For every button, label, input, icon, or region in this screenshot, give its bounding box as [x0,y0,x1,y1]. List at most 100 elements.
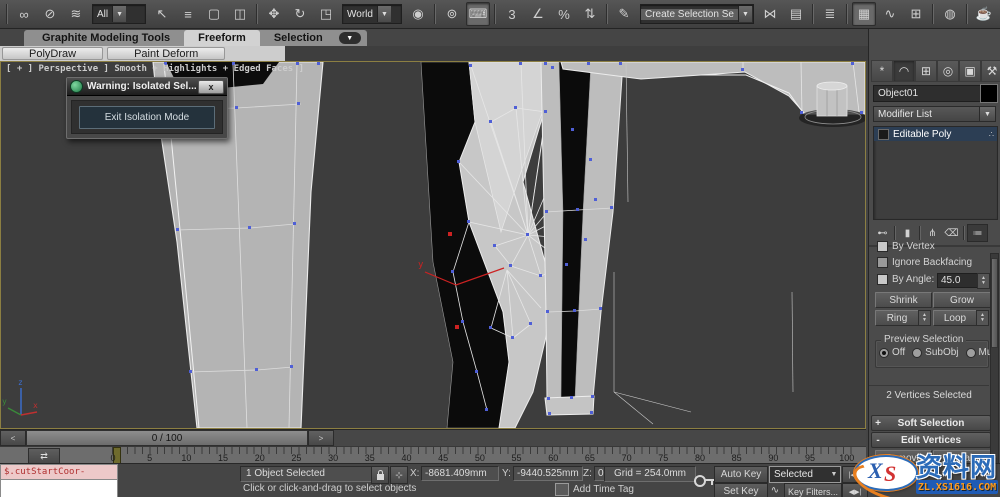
radio-subobj[interactable]: SubObj [912,347,959,358]
auto-key-button[interactable]: Auto Key [714,466,768,483]
stack-item-editable-poly[interactable]: Editable Poly ∴ [874,127,997,141]
bind-to-space-warp-icon[interactable]: ≋ [64,2,88,26]
angle-spinner[interactable]: ▲ ▼ [977,273,990,289]
material-editor-icon[interactable]: ◍ [938,2,962,26]
graphite-ribbon-toggle-icon[interactable]: ▦ [852,2,876,26]
next-frame-button[interactable]: > [308,430,334,446]
unlink-selection-icon[interactable]: ⊘ [38,2,62,26]
select-and-link-icon[interactable]: ∞ [12,2,36,26]
modifier-toggle-icon[interactable] [878,128,889,140]
edit-named-selections-icon[interactable]: ✎ [612,2,636,26]
pin-stack-icon[interactable]: ⊷ [873,225,892,241]
select-and-rotate-icon[interactable]: ↻ [288,2,312,26]
selection-filter-dropdown[interactable]: All ▼ [92,4,146,24]
spinner-down-icon[interactable]: ▼ [981,281,986,286]
checkbox-icon[interactable] [877,241,888,252]
select-and-scale-icon[interactable]: ◳ [314,2,338,26]
modifier-list-dropdown[interactable]: Modifier List ▼ [873,106,996,122]
checkbox-icon[interactable] [877,257,888,268]
ring-spinner[interactable]: ▲ ▼ [918,310,931,326]
exit-isolation-mode-button[interactable]: Exit Isolation Mode [79,105,215,129]
snaps-toggle-icon[interactable]: 3 [500,2,524,26]
track-bar[interactable]: ⇄ 0 5 10 15 20 25 30 35 40 45 50 55 60 65 70 75 80 85 90 95… [0,446,866,465]
object-color-swatch[interactable] [980,84,998,103]
soft-selection-rollout[interactable]: + Soft Selection [871,415,991,431]
grow-button[interactable]: Grow [933,292,991,308]
selection-set-dropdown[interactable]: Selected ▼ [769,466,841,483]
configure-modifier-sets-icon[interactable]: ≔ [967,224,988,242]
percent-snap-icon[interactable]: % [552,2,576,26]
x-coord-field[interactable]: -8681.409mm [421,466,499,481]
radio-off[interactable]: Off [879,347,905,358]
angle-snap-icon[interactable]: ∠ [526,2,550,26]
expand-icon[interactable]: + [872,418,884,429]
motion-tab-icon[interactable]: ◎ [937,60,959,82]
curve-editor-icon[interactable]: ∿ [878,2,902,26]
chevron-down-icon[interactable]: ▼ [376,6,391,22]
chevron-down-icon[interactable]: ▼ [112,6,127,22]
tab-selection[interactable]: Selection [260,30,337,46]
rectangular-selection-icon[interactable]: ▢ [202,2,226,26]
add-time-tag[interactable]: Add Time Tag [553,482,665,496]
ignore-backfacing-checkbox[interactable]: Ignore Backfacing [877,257,972,268]
collapse-icon[interactable]: - [872,435,884,446]
modify-tab-icon[interactable]: ◠ [893,60,915,82]
radio-icon[interactable] [912,347,923,358]
tab-freeform[interactable]: Freeform [184,30,260,46]
by-angle-checkbox[interactable]: By Angle: [877,274,934,285]
spinner-down-icon[interactable]: ▼ [980,318,985,323]
loop-spinner[interactable]: ▲ ▼ [976,310,989,326]
key-filters-button[interactable]: Key Filters... [784,483,842,497]
select-and-move-icon[interactable]: ✥ [262,2,286,26]
edit-vertices-rollout[interactable]: - Edit Vertices [871,432,991,448]
spinner-snap-icon[interactable]: ⇅ [578,2,602,26]
dialog-titlebar[interactable]: Warning: Isolated Sel... x [67,78,227,96]
use-pivot-center-icon[interactable]: ◉ [406,2,430,26]
close-icon[interactable]: x [198,79,224,94]
default-in-out-tangent-icon[interactable]: ∿ [768,483,782,497]
modifier-stack[interactable]: Editable Poly ∴ [873,126,998,220]
ribbon-minimize-icon[interactable]: ▼ [338,32,361,44]
schematic-view-icon[interactable]: ⊞ [904,2,928,26]
tab-polydraw[interactable]: PolyDraw [2,47,104,60]
maxscript-listener-input[interactable] [0,480,118,497]
radio-icon[interactable] [965,347,976,358]
time-slider-handle[interactable]: 0 / 100 [26,430,308,446]
select-object-icon[interactable]: ↖ [150,2,174,26]
set-key-button[interactable]: Set Key [714,483,768,497]
shrink-button[interactable]: Shrink [875,292,932,308]
hierarchy-tab-icon[interactable]: ⊞ [915,60,937,82]
reference-coordinate-dropdown[interactable]: World ▼ [342,4,402,24]
display-tab-icon[interactable]: ▣ [959,60,981,82]
render-setup-icon[interactable]: ☕ [972,2,996,26]
scrollbar-thumb[interactable] [991,258,998,348]
spinner-down-icon[interactable]: ▼ [922,318,927,323]
remove-modifier-icon[interactable]: ⌫ [942,225,961,241]
chevron-down-icon[interactable]: ▼ [980,106,996,122]
by-vertex-checkbox[interactable]: By Vertex [877,241,935,252]
radio-icon[interactable] [879,347,889,358]
window-crossing-icon[interactable]: ◫ [228,2,252,26]
checkbox-icon[interactable] [877,274,888,285]
viewport-label[interactable]: [ + ] Perspective ] Smooth + Highlights … [6,64,304,74]
layer-manager-icon[interactable]: ≣ [818,2,842,26]
previous-frame-button[interactable]: < [0,430,26,446]
selection-lock-icon[interactable] [371,466,389,484]
align-icon[interactable]: ▤ [784,2,808,26]
show-end-result-icon[interactable]: ▮ [898,225,917,241]
mirror-icon[interactable]: ⋈ [758,2,782,26]
tab-graphite-modeling-tools[interactable]: Graphite Modeling Tools [28,30,184,46]
tab-paint-deform[interactable]: Paint Deform [107,47,226,60]
ring-button[interactable]: Ring [875,310,919,326]
select-by-name-icon[interactable]: ≡ [176,2,200,26]
absolute-mode-icon[interactable]: ⊹ [390,466,408,484]
angle-value-field[interactable]: 45.0 [937,273,978,288]
named-selection-dropdown[interactable]: Create Selection Se ▼ [640,4,754,24]
make-unique-icon[interactable]: ⋔ [923,225,942,241]
object-name-field[interactable]: Object01 [873,85,983,102]
maxscript-listener-line[interactable]: $.cutStartCoor- [0,464,118,480]
y-coord-field[interactable]: -9440.525mm [513,466,583,481]
keyboard-shortcut-override-icon[interactable]: ⌨ [466,2,490,26]
select-and-manipulate-icon[interactable]: ⊚ [440,2,464,26]
chevron-down-icon[interactable]: ▼ [737,6,752,22]
